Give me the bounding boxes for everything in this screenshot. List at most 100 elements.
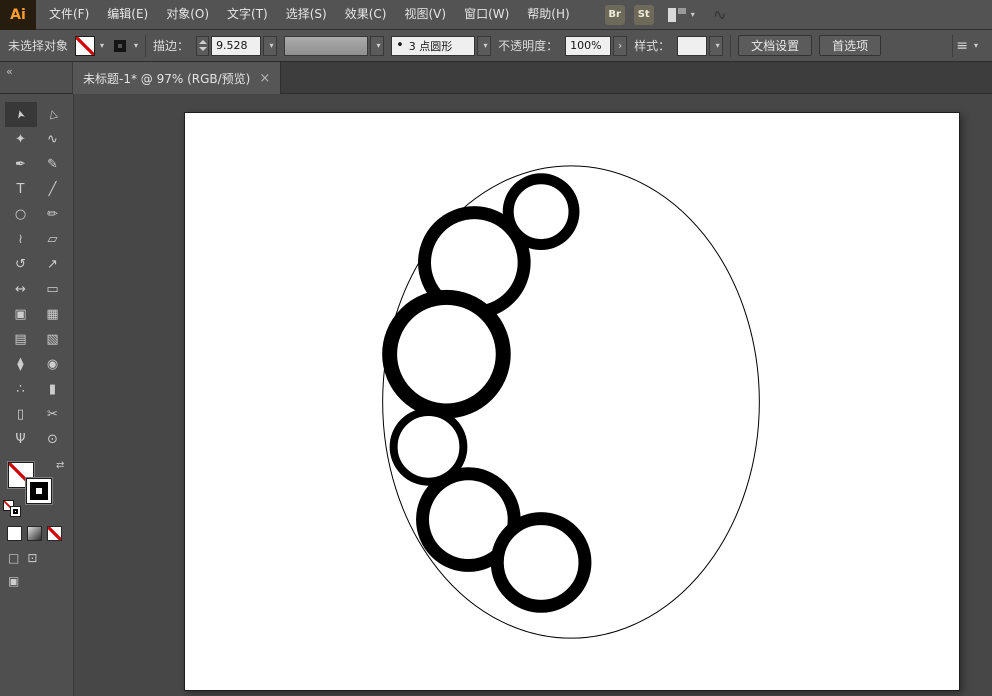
brush-preview-dot: • bbox=[396, 38, 404, 53]
draw-inside-mode-icon[interactable]: ⊡ bbox=[27, 551, 37, 565]
draw-normal-mode-icon[interactable]: □ bbox=[8, 551, 19, 565]
fill-color-control[interactable]: ▾ bbox=[75, 36, 104, 56]
opacity-input[interactable]: 100% bbox=[565, 36, 611, 56]
menu-object[interactable]: 对象(O) bbox=[157, 0, 218, 30]
brush-definition-control[interactable]: • 3 点圆形 ▾ bbox=[391, 36, 491, 56]
tool-hand[interactable]: Ψ bbox=[5, 427, 37, 452]
stroke-color-control[interactable]: ▾ bbox=[111, 37, 138, 55]
symbol-sprayer-icon: ∴ bbox=[16, 382, 24, 397]
tool-eyedropper[interactable]: ⧫ bbox=[5, 352, 37, 377]
tool-perspective-grid[interactable]: ▦ bbox=[37, 302, 69, 327]
graphic-style-field[interactable] bbox=[677, 36, 707, 56]
brush-definition-field[interactable]: • 3 点圆形 bbox=[391, 36, 475, 56]
color-button[interactable] bbox=[7, 526, 22, 541]
gradient-button[interactable] bbox=[27, 526, 42, 541]
control-bar-right-tools: ≡ ▾ bbox=[952, 35, 984, 57]
graphic-style-dropdown[interactable]: ▾ bbox=[709, 36, 723, 56]
toolbar-collapse-button[interactable]: « bbox=[0, 62, 73, 93]
chevron-down-icon[interactable]: ▾ bbox=[134, 41, 138, 50]
tool-type[interactable]: T bbox=[5, 177, 37, 202]
menu-view[interactable]: 视图(V) bbox=[395, 0, 455, 30]
chevron-down-icon[interactable]: ▾ bbox=[691, 10, 695, 19]
close-icon[interactable]: × bbox=[259, 72, 270, 85]
menu-file[interactable]: 文件(F) bbox=[40, 0, 98, 30]
workspace-pane-small bbox=[678, 8, 686, 14]
chevron-down-icon: ▾ bbox=[484, 41, 488, 50]
bridge-icon[interactable]: Br bbox=[605, 5, 625, 25]
tool-lasso[interactable]: ∿ bbox=[37, 127, 69, 152]
menu-effect[interactable]: 效果(C) bbox=[336, 0, 396, 30]
tool-artboard-tool[interactable]: ▯ bbox=[5, 402, 37, 427]
artboard-svg bbox=[185, 113, 959, 690]
tool-blend[interactable]: ◉ bbox=[37, 352, 69, 377]
drawing-modes-row: □ ⊡ bbox=[0, 551, 73, 565]
chevron-down-icon[interactable]: ▾ bbox=[100, 41, 104, 50]
eraser-icon: ▱ bbox=[48, 232, 58, 247]
sync-icon[interactable]: ∿ bbox=[711, 4, 728, 25]
stroke-weight-input[interactable]: 9.528 bbox=[211, 36, 261, 56]
menu-help[interactable]: 帮助(H) bbox=[518, 0, 578, 30]
eyedropper-icon: ⧫ bbox=[17, 357, 23, 372]
circle-shape-6[interactable] bbox=[497, 519, 585, 607]
tool-width[interactable]: ↔ bbox=[5, 277, 37, 302]
screen-mode-icon[interactable]: ▣ bbox=[8, 574, 19, 588]
divider bbox=[952, 35, 953, 57]
tool-column-graph[interactable]: ▮ bbox=[37, 377, 69, 402]
stock-icon[interactable]: St bbox=[634, 5, 654, 25]
workspace-switcher-icon[interactable] bbox=[668, 8, 688, 22]
stepper-up-icon[interactable] bbox=[199, 40, 207, 44]
artboard[interactable] bbox=[184, 112, 960, 691]
menu-select[interactable]: 选择(S) bbox=[277, 0, 336, 30]
width-profile-preview[interactable] bbox=[284, 36, 368, 56]
align-options-icon[interactable]: ≡ bbox=[956, 38, 968, 54]
column-graph-icon: ▮ bbox=[49, 382, 56, 397]
tool-paintbrush[interactable]: ✏ bbox=[37, 202, 69, 227]
tool-shape-builder[interactable]: ▣ bbox=[5, 302, 37, 327]
circle-shape-3[interactable] bbox=[390, 297, 504, 411]
tool-scale[interactable]: ↗ bbox=[37, 252, 69, 277]
chevron-down-icon[interactable]: ▾ bbox=[974, 41, 978, 50]
menu-edit[interactable]: 编辑(E) bbox=[98, 0, 157, 30]
none-button[interactable] bbox=[47, 526, 62, 541]
tool-line-segment[interactable]: ╱ bbox=[37, 177, 69, 202]
blend-icon: ◉ bbox=[47, 357, 58, 372]
menu-window[interactable]: 窗口(W) bbox=[455, 0, 518, 30]
canvas-area[interactable] bbox=[74, 94, 992, 696]
tool-free-transform[interactable]: ▭ bbox=[37, 277, 69, 302]
stroke-weight-stepper[interactable] bbox=[196, 36, 209, 56]
opacity-expander[interactable]: › bbox=[613, 36, 627, 56]
width-profile-control[interactable]: ▾ bbox=[284, 36, 384, 56]
opacity-label: 不透明度： bbox=[498, 37, 558, 54]
tool-mesh[interactable]: ▤ bbox=[5, 327, 37, 352]
document-tab-title: 未标题-1* @ 97% (RGB/预览) bbox=[83, 70, 250, 87]
tool-curvature[interactable]: ✎ bbox=[37, 152, 69, 177]
tool-slice[interactable]: ✂ bbox=[37, 402, 69, 427]
stroke-weight-dropdown[interactable]: ▾ bbox=[263, 36, 277, 56]
tool-magic-wand[interactable]: ✦ bbox=[5, 127, 37, 152]
tool-pen[interactable]: ✒ bbox=[5, 152, 37, 177]
tool-shaper[interactable]: ≀ bbox=[5, 227, 37, 252]
document-tab[interactable]: 未标题-1* @ 97% (RGB/预览) × bbox=[73, 62, 281, 94]
brush-definition-dropdown[interactable]: ▾ bbox=[477, 36, 491, 56]
stroke-swatch[interactable] bbox=[26, 478, 52, 504]
color-mode-row bbox=[0, 526, 73, 541]
fill-none-swatch[interactable] bbox=[75, 36, 95, 56]
stroke-indicator-icon[interactable] bbox=[111, 37, 129, 55]
width-profile-dropdown[interactable]: ▾ bbox=[370, 36, 384, 56]
stepper-down-icon[interactable] bbox=[199, 47, 207, 51]
tool-selection[interactable]: ➤ bbox=[5, 102, 37, 127]
document-setup-button[interactable]: 文档设置 bbox=[738, 35, 812, 56]
curvature-icon: ✎ bbox=[47, 157, 58, 172]
tool-direct-selection[interactable]: ▷ bbox=[37, 102, 69, 127]
preferences-button[interactable]: 首选项 bbox=[819, 35, 881, 56]
tool-zoom[interactable]: ⊙ bbox=[37, 427, 69, 452]
swap-fill-stroke-icon[interactable]: ⇄ bbox=[56, 460, 64, 471]
graphic-style-control[interactable]: ▾ bbox=[677, 36, 723, 56]
menu-type[interactable]: 文字(T) bbox=[218, 0, 277, 30]
tool-rotate[interactable]: ↺ bbox=[5, 252, 37, 277]
tool-symbol-sprayer[interactable]: ∴ bbox=[5, 377, 37, 402]
tool-ellipse[interactable]: ○ bbox=[5, 202, 37, 227]
default-stroke-mini-icon[interactable] bbox=[10, 506, 21, 517]
tool-gradient[interactable]: ▧ bbox=[37, 327, 69, 352]
tool-eraser[interactable]: ▱ bbox=[37, 227, 69, 252]
